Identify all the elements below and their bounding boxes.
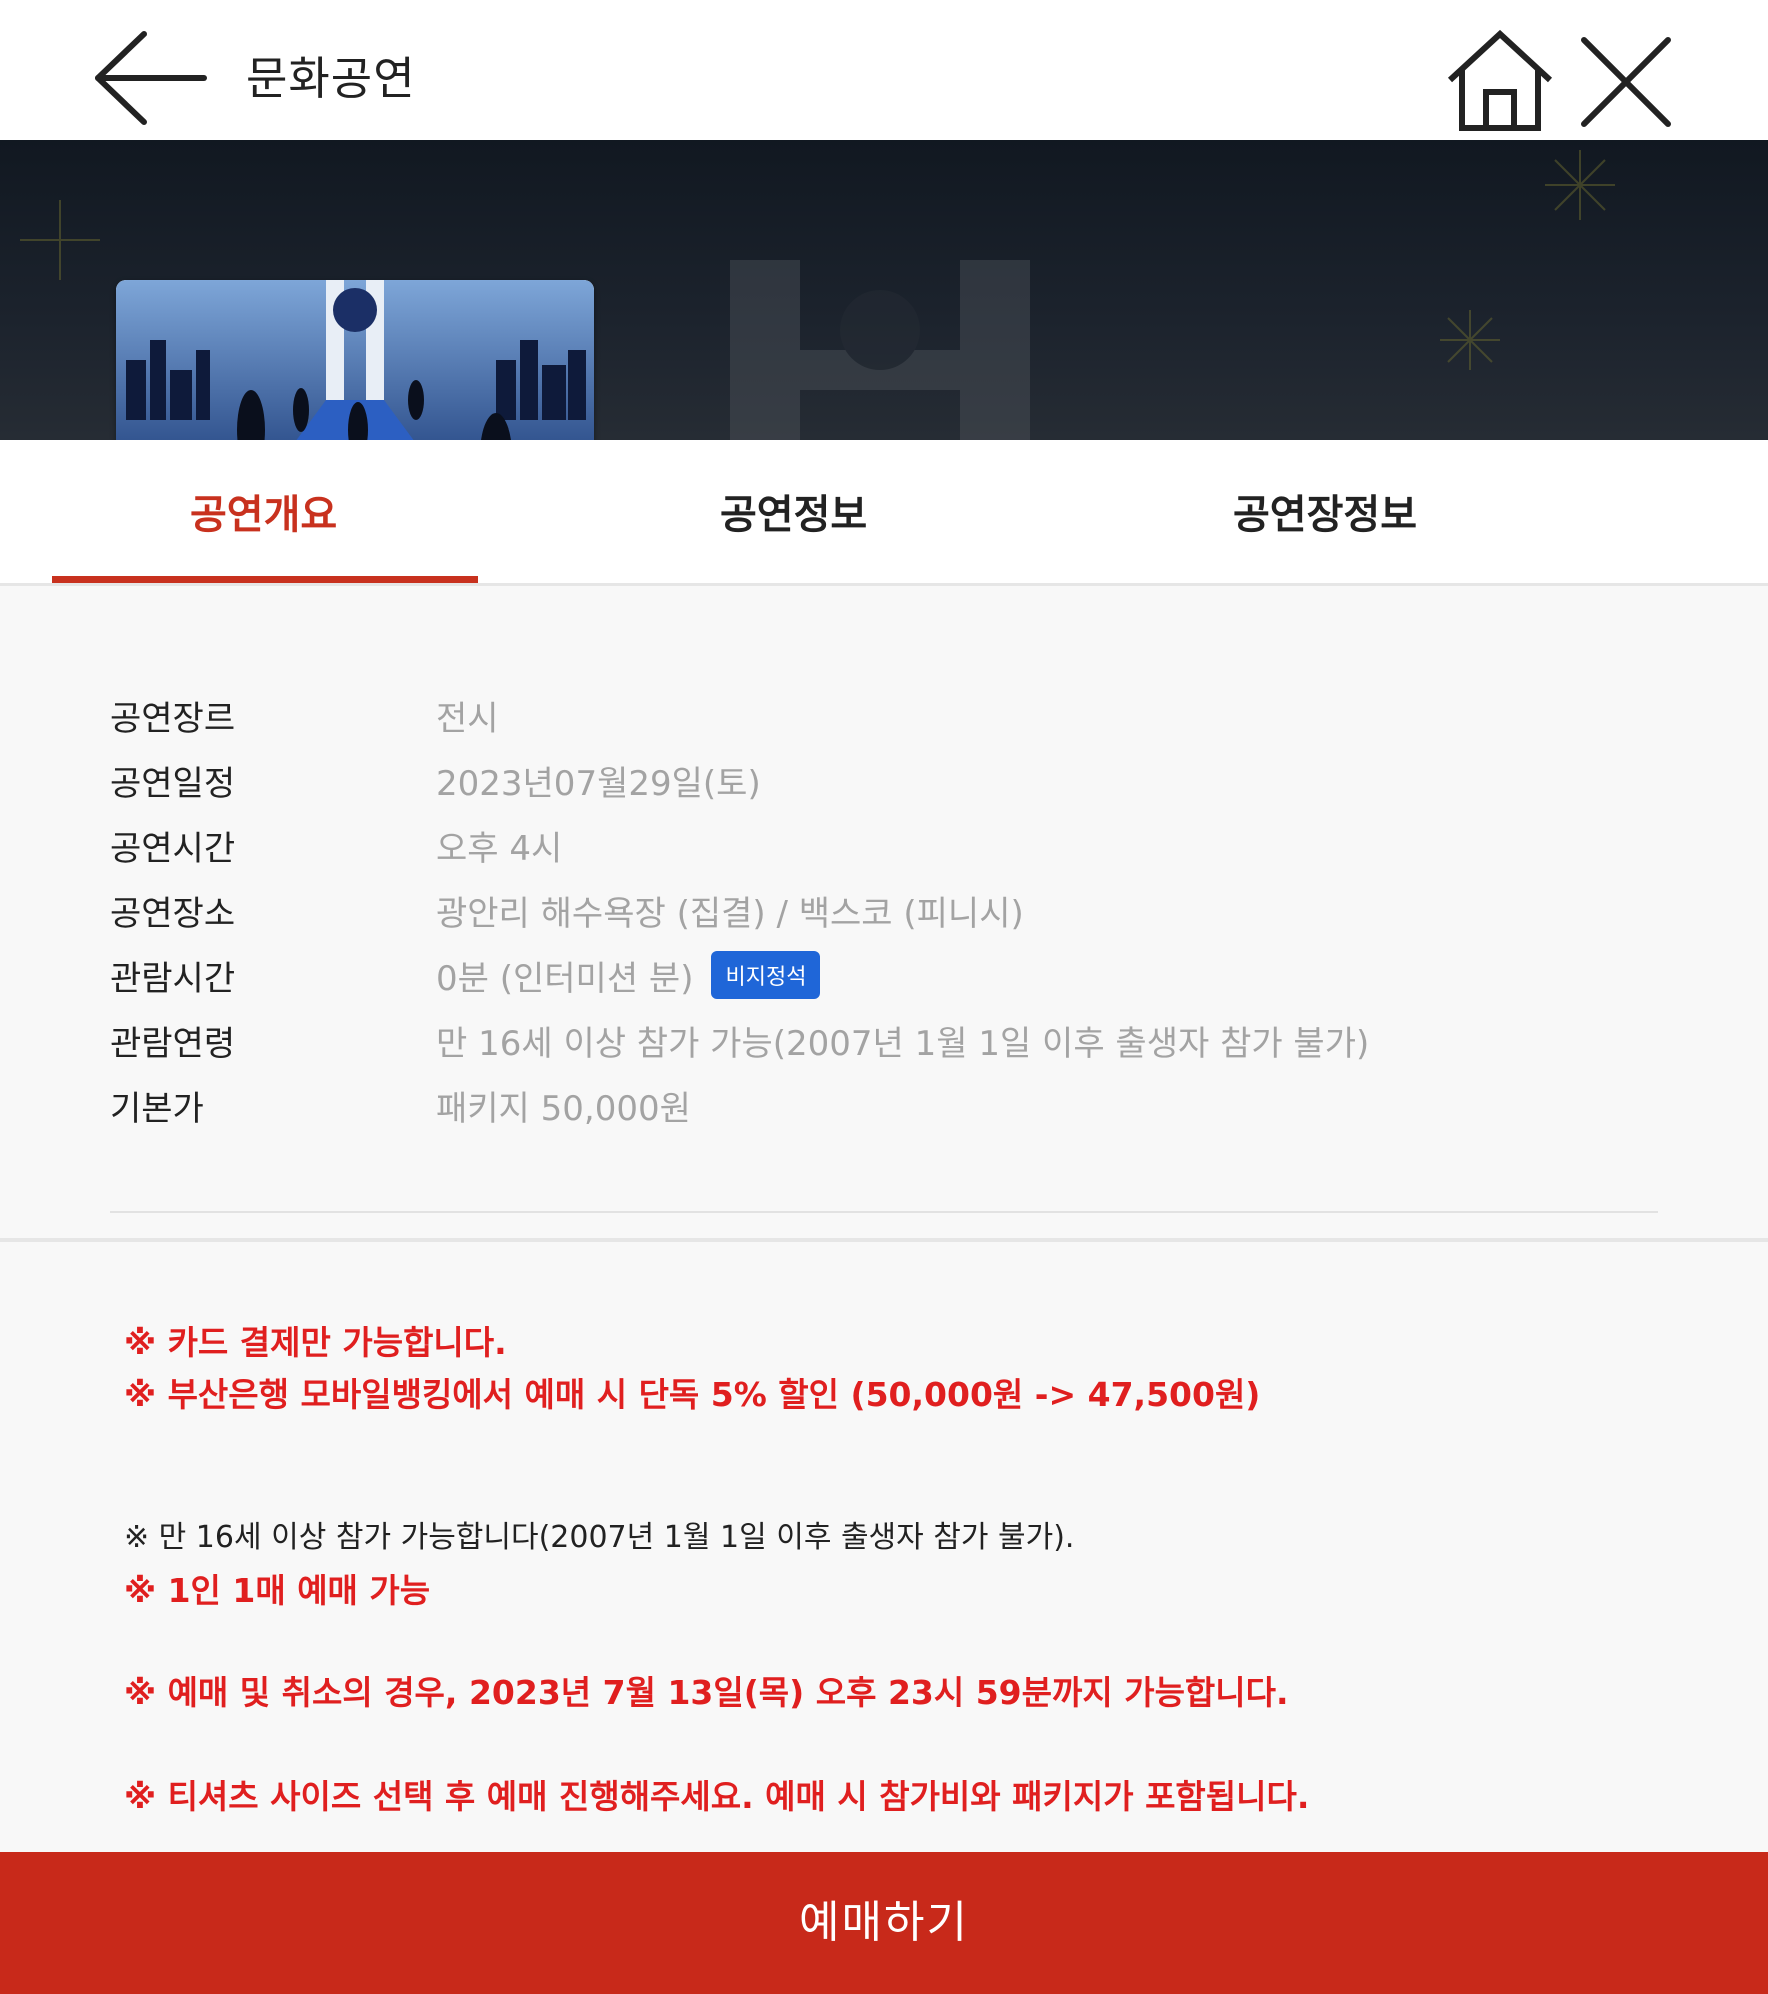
info-label: 공연장소 (110, 894, 236, 934)
notice-one-ticket: ※ 1인 1매 예매 가능 (124, 1571, 431, 1610)
seating-badge: 비지정석 (711, 951, 821, 999)
info-row-genre: 공연장르 전시 (110, 691, 1670, 751)
notice-tshirt-size: ※ 티셔츠 사이즈 선택 후 예매 진행해주세요. 예매 시 참가비와 패키지가… (124, 1777, 1310, 1816)
info-value: 전시 (436, 699, 499, 739)
notice-cancel-deadline: ※ 예매 및 취소의 경우, 2023년 7월 13일(목) 오후 23시 59… (124, 1673, 1289, 1712)
info-row-age: 관람연령 만 16세 이상 참가 가능(2007년 1월 1일 이후 출생자 참… (110, 1016, 1670, 1076)
info-value: 패키지 50,000원 (436, 1089, 691, 1129)
info-label: 관람연령 (110, 1024, 236, 1064)
tab-venue-info[interactable]: 공연장정보 (1233, 482, 1417, 540)
tab-overview[interactable]: 공연개요 (190, 482, 337, 540)
tab-performance-info[interactable]: 공연정보 (720, 482, 867, 540)
book-button[interactable]: 예매하기 (0, 1852, 1768, 1994)
info-value: 오후 4시 (436, 829, 563, 869)
info-row-price: 기본가 패키지 50,000원 (110, 1081, 1670, 1141)
home-button[interactable] (1444, 28, 1556, 136)
home-icon (1447, 29, 1553, 131)
overview-info-panel: 공연장르 전시 공연일정 2023년07월29일(토) 공연시간 오후 4시 공… (0, 589, 1768, 1239)
info-row-duration: 관람시간 0분 (인터미션 분) 비지정석 (110, 951, 1670, 1011)
info-value: 광안리 해수욕장 (집결) / 백스코 (피니시) (436, 894, 1024, 934)
info-label: 공연일정 (110, 764, 236, 804)
info-value: 0분 (인터미션 분) 비지정석 (436, 951, 821, 1000)
info-label: 공연시간 (110, 829, 236, 869)
event-banner (0, 140, 1768, 440)
app-header: 문화공연 (0, 0, 1768, 140)
info-row-schedule: 공연일정 2023년07월29일(토) (110, 756, 1670, 816)
active-tab-indicator (52, 576, 478, 583)
event-poster-image (116, 280, 594, 440)
close-icon (1581, 37, 1671, 127)
back-button[interactable] (92, 28, 212, 128)
arrow-left-icon (95, 31, 207, 125)
section-divider (0, 1238, 1768, 1242)
divider (110, 1211, 1658, 1213)
notice-card-only: ※ 카드 결제만 가능합니다. (124, 1323, 507, 1362)
duration-text: 0분 (인터미션 분) (436, 959, 694, 999)
info-value: 2023년07월29일(토) (436, 764, 761, 804)
tab-bar: 공연개요 공연정보 공연장정보 (0, 440, 1768, 586)
close-button[interactable] (1578, 34, 1674, 130)
page-title: 문화공연 (246, 52, 416, 105)
notice-bank-discount: ※ 부산은행 모바일뱅킹에서 예매 시 단독 5% 할인 (50,000원 ->… (124, 1375, 1261, 1414)
notice-age-limit: ※ 만 16세 이상 참가 가능합니다(2007년 1월 1일 이후 출생자 참… (124, 1520, 1075, 1555)
info-value: 만 16세 이상 참가 가능(2007년 1월 1일 이후 출생자 참가 불가) (436, 1024, 1370, 1064)
info-label: 공연장르 (110, 699, 236, 739)
info-label: 관람시간 (110, 959, 236, 999)
info-row-venue: 공연장소 광안리 해수욕장 (집결) / 백스코 (피니시) (110, 886, 1670, 946)
info-row-time: 공연시간 오후 4시 (110, 821, 1670, 881)
info-label: 기본가 (110, 1089, 204, 1129)
